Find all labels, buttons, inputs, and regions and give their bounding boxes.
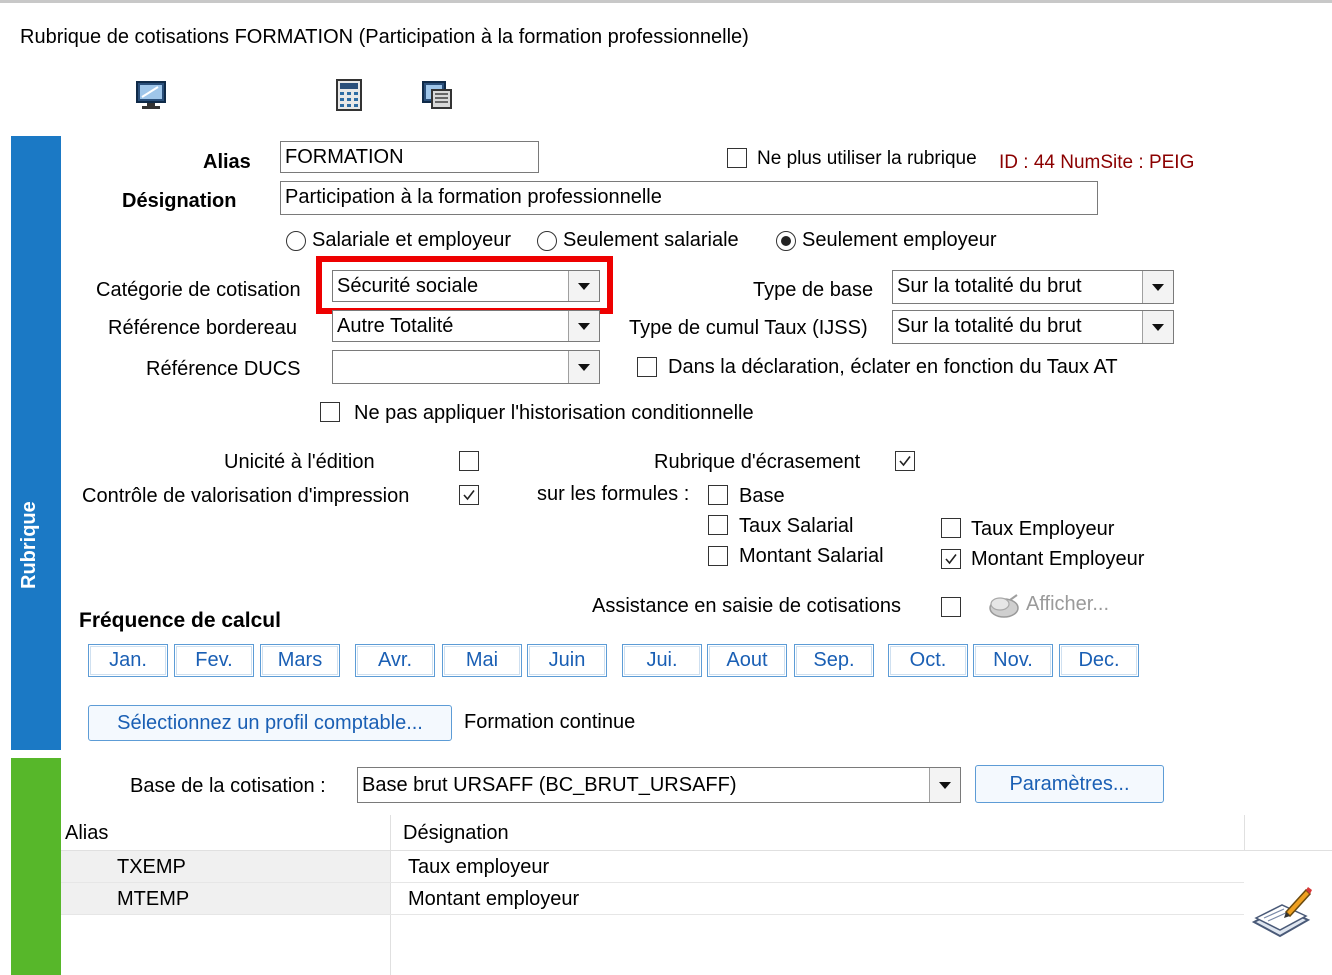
alias-input[interactable]: FORMATION [280, 141, 539, 173]
unicite-label: Unicité à l'édition [224, 451, 375, 473]
month-dec[interactable]: Dec. [1059, 644, 1139, 677]
checkmark-icon [463, 490, 475, 501]
grid-cell-alias: MTEMP [117, 888, 190, 910]
alias-label: Alias [203, 151, 251, 173]
monitor-icon[interactable] [134, 78, 168, 112]
id-info: ID : 44 NumSite : PEIG [999, 152, 1195, 173]
parametres-button[interactable]: Paramètres... [975, 765, 1164, 803]
radio-salariale-employeur-label: Salariale et employeur [312, 229, 511, 251]
formule-montant-employeur-label: Montant Employeur [971, 548, 1145, 570]
formules-label: sur les formules : [537, 483, 690, 505]
afficher-button[interactable]: Afficher... [1026, 593, 1109, 616]
unicite-checkbox[interactable] [459, 451, 479, 471]
chevron-down-icon[interactable] [568, 351, 599, 383]
radio-selected-dot [781, 236, 791, 246]
grid-header-designation[interactable]: Désignation [403, 817, 509, 849]
no-longer-use-label: Ne plus utiliser la rubrique [757, 148, 977, 169]
chevron-down-icon[interactable] [1142, 271, 1173, 303]
grid-header: Alias Désignation [61, 815, 1332, 851]
grid-column-separator [1244, 815, 1245, 851]
formule-taux-employeur-checkbox[interactable] [941, 518, 961, 538]
month-jan[interactable]: Jan. [88, 644, 168, 677]
table-row[interactable]: MTEMP Montant employeur [61, 883, 1244, 915]
chevron-down-icon[interactable] [929, 768, 960, 802]
ecrasement-label: Rubrique d'écrasement [654, 451, 861, 473]
radio-seulement-employeur[interactable] [776, 231, 796, 251]
base-cotisation-select[interactable]: Base brut URSAFF (BC_BRUT_URSAFF) [357, 767, 961, 803]
formule-montant-salarial-label: Montant Salarial [739, 545, 884, 567]
historisation-checkbox[interactable] [320, 402, 340, 422]
table-row[interactable]: TXEMP Taux employeur [61, 851, 1244, 883]
radio-seulement-salariale[interactable] [537, 231, 557, 251]
formule-montant-salarial-checkbox[interactable] [708, 546, 728, 566]
formule-taux-salarial-checkbox[interactable] [708, 515, 728, 535]
type-base-select[interactable]: Sur la totalité du brut [892, 270, 1174, 304]
formule-taux-employeur-label: Taux Employeur [971, 518, 1115, 540]
month-fev[interactable]: Fev. [174, 644, 254, 677]
chevron-down-icon[interactable] [1142, 311, 1173, 343]
grid-cell-alias: TXEMP [117, 856, 186, 878]
sidebar-rubrique-tab[interactable] [11, 136, 61, 750]
month-juin[interactable]: Juin [527, 644, 607, 677]
designation-input[interactable]: Participation à la formation professionn… [280, 181, 1098, 215]
radio-salariale-employeur[interactable] [286, 231, 306, 251]
controle-label: Contrôle de valorisation d'impression [82, 485, 410, 507]
month-sep[interactable]: Sep. [794, 644, 874, 677]
profil-comptable-button[interactable]: Sélectionnez un profil comptable... [88, 705, 452, 741]
type-cumul-label: Type de cumul Taux (IJSS) [629, 317, 868, 339]
frequence-label: Fréquence de calcul [79, 609, 281, 632]
windows-icon[interactable] [420, 78, 454, 112]
ref-ducs-select[interactable] [332, 350, 600, 384]
ref-bordereau-label: Référence bordereau [108, 317, 298, 339]
sidebar-green-tab[interactable] [11, 758, 61, 975]
formule-taux-salarial-label: Taux Salarial [739, 515, 854, 537]
categorie-label: Catégorie de cotisation [96, 279, 301, 301]
assistance-checkbox[interactable] [941, 597, 961, 617]
window-title: Rubrique de cotisations FORMATION (Parti… [20, 26, 749, 48]
month-mai[interactable]: Mai [442, 644, 522, 677]
radio-seulement-salariale-label: Seulement salariale [563, 229, 739, 251]
profil-value: Formation continue [464, 711, 636, 733]
month-jui[interactable]: Jui. [622, 644, 702, 677]
eclater-label: Dans la déclaration, éclater en fonction… [668, 356, 1118, 378]
chevron-down-icon[interactable] [568, 311, 599, 341]
eclater-checkbox[interactable] [637, 357, 657, 377]
ref-bordereau-value: Autre Totalité [337, 315, 454, 337]
highlight-box [316, 256, 613, 314]
checkmark-icon [899, 456, 911, 467]
type-cumul-value: Sur la totalité du brut [897, 315, 1082, 337]
radio-seulement-employeur-label: Seulement employeur [802, 229, 997, 251]
formule-base-checkbox[interactable] [708, 485, 728, 505]
no-longer-use-checkbox[interactable] [727, 148, 747, 168]
ref-bordereau-select[interactable]: Autre Totalité [332, 310, 600, 342]
base-cotisation-value: Base brut URSAFF (BC_BRUT_URSAFF) [362, 774, 737, 796]
base-cotisation-label: Base de la cotisation : [130, 775, 326, 797]
grid-cell-designation: Taux employeur [408, 856, 550, 878]
month-oct[interactable]: Oct. [888, 644, 968, 677]
month-nov[interactable]: Nov. [973, 644, 1053, 677]
ecrasement-checkbox[interactable] [895, 451, 915, 471]
assistance-label: Assistance en saisie de cotisations [592, 595, 902, 617]
controle-checkbox[interactable] [459, 485, 479, 505]
grid-header-alias[interactable]: Alias [65, 817, 108, 849]
designation-label: Désignation [122, 190, 237, 212]
afficher-icon [986, 592, 1022, 620]
formule-montant-employeur-checkbox[interactable] [941, 549, 961, 569]
month-avr[interactable]: Avr. [355, 644, 435, 677]
type-cumul-select[interactable]: Sur la totalité du brut [892, 310, 1174, 344]
type-base-label: Type de base [753, 279, 874, 301]
formule-base-label: Base [739, 485, 785, 507]
formula-grid: Alias Désignation TXEMP Taux employeur M… [61, 815, 1332, 975]
month-mars[interactable]: Mars [260, 644, 340, 677]
calculator-icon[interactable] [332, 78, 366, 112]
type-base-value: Sur la totalité du brut [897, 275, 1082, 297]
edit-formula-icon[interactable] [1250, 884, 1314, 940]
checkmark-icon [945, 554, 957, 565]
grid-cell-designation: Montant employeur [408, 888, 580, 910]
ref-ducs-label: Référence DUCS [146, 358, 301, 380]
sidebar-label: Rubrique [18, 501, 40, 589]
historisation-label: Ne pas appliquer l'historisation conditi… [354, 402, 754, 424]
top-border [0, 0, 1332, 3]
month-aout[interactable]: Aout [707, 644, 787, 677]
